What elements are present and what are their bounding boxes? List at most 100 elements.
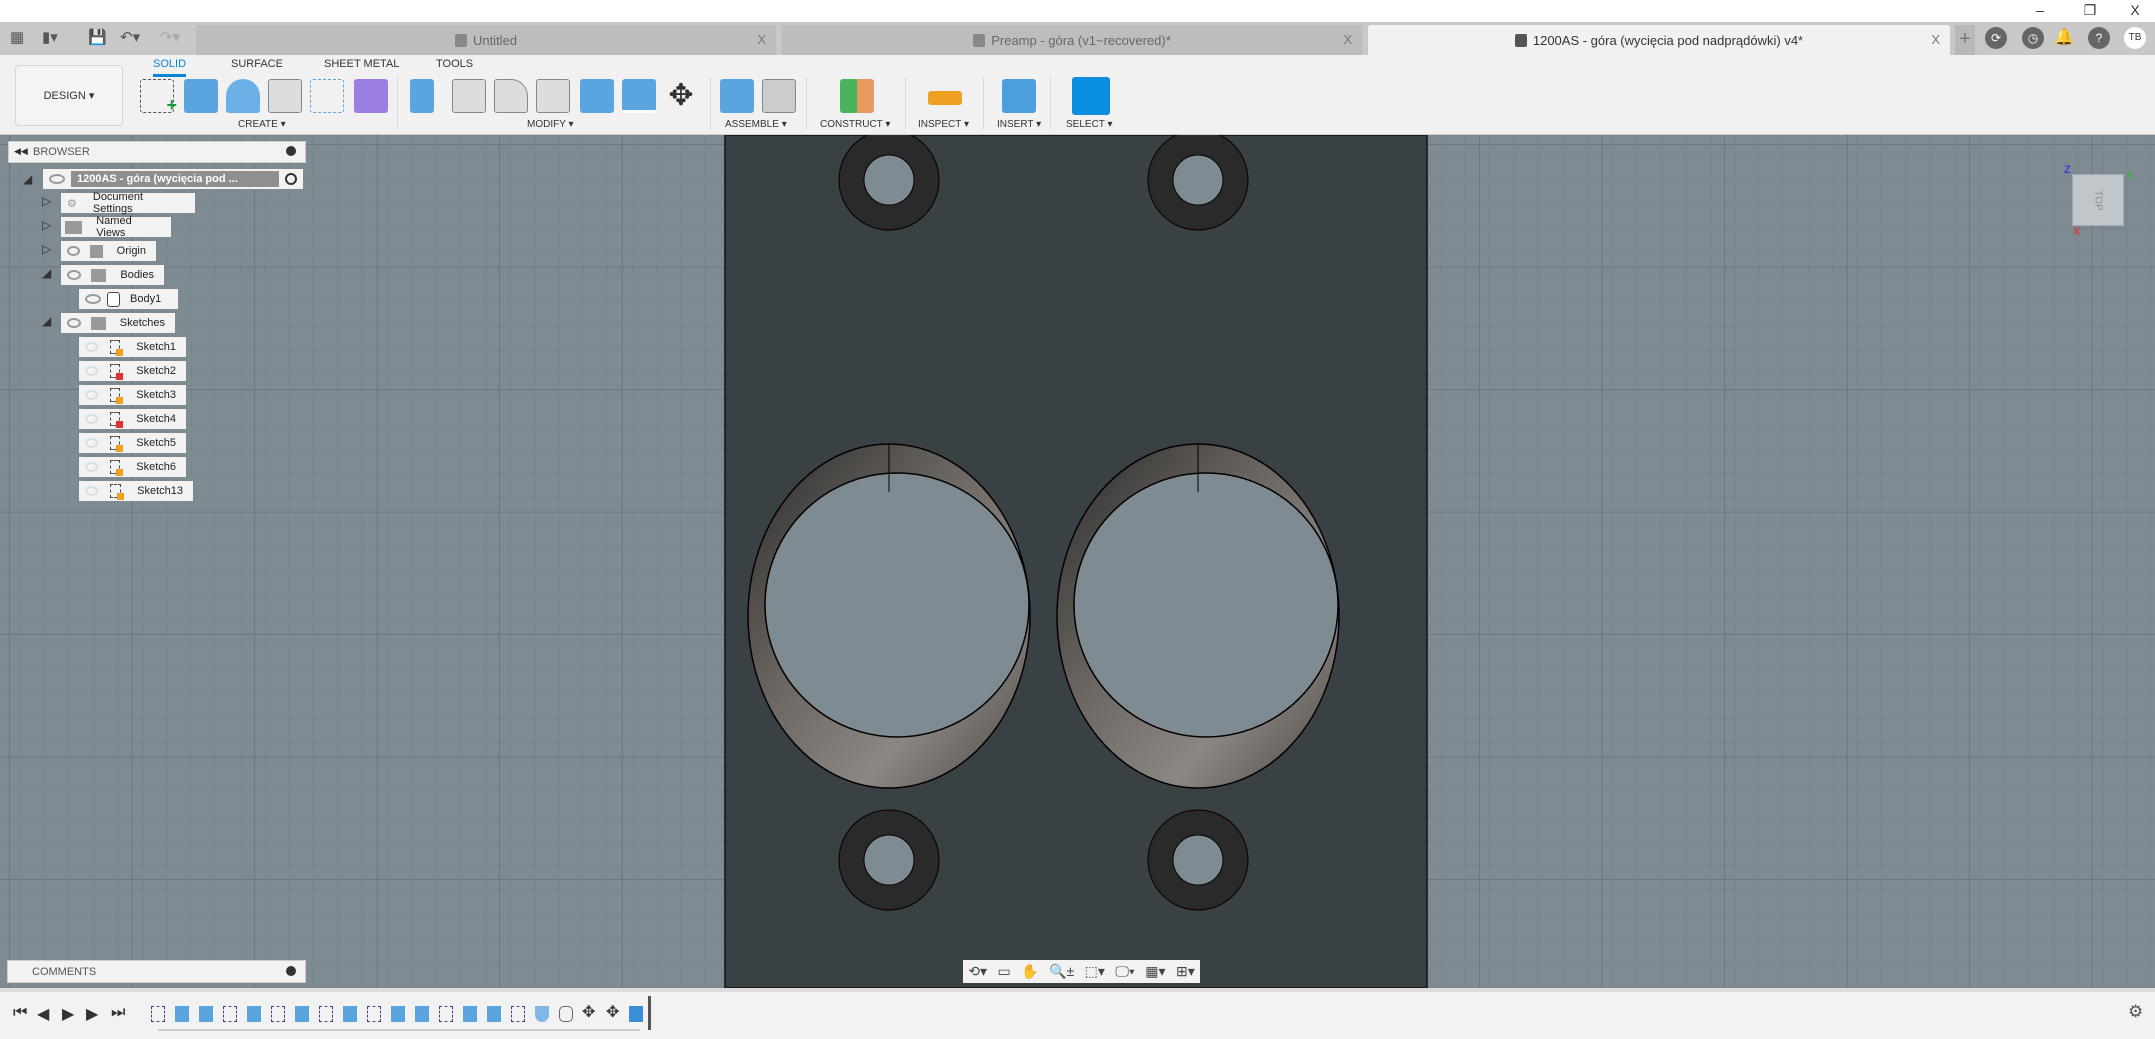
minimize-button[interactable]: – — [2020, 0, 2060, 22]
zoom-icon[interactable]: 🔍± — [1049, 963, 1074, 980]
timeline-sketch-icon[interactable] — [511, 1006, 525, 1022]
timeline-extrude-icon[interactable] — [247, 1006, 261, 1022]
redo-icon[interactable]: ↷▾ — [160, 28, 180, 46]
tree-item-body1[interactable]: Body1 — [79, 289, 178, 309]
timeline-extrude-icon[interactable] — [391, 1006, 405, 1022]
tree-item-sketch6[interactable]: Sketch6 — [79, 457, 186, 477]
modify-menu[interactable]: MODIFY ▾ — [527, 119, 574, 130]
hidden-eye-icon[interactable] — [85, 486, 99, 496]
pan-hand-icon[interactable]: ✋ — [1021, 963, 1038, 980]
tree-item-sketch13[interactable]: Sketch13 — [79, 481, 193, 501]
tab-preamp[interactable]: Preamp - góra (v1~recovered)* X — [782, 25, 1362, 55]
add-comment-icon[interactable] — [286, 966, 296, 976]
fit-window-icon[interactable]: ⬚▾ — [1085, 963, 1105, 980]
file-menu-icon[interactable]: ▮▾ — [42, 28, 58, 46]
timeline-extrude-icon[interactable] — [175, 1006, 189, 1022]
hidden-eye-icon[interactable] — [85, 438, 98, 448]
timeline-joint-icon[interactable] — [559, 1006, 573, 1022]
visibility-eye-icon[interactable] — [67, 318, 81, 328]
tree-item-sketches[interactable]: Sketches — [61, 313, 175, 333]
undo-icon[interactable]: ↶▾ — [120, 28, 140, 46]
expand-triangle-icon[interactable]: ▷ — [42, 242, 51, 256]
timeline-hole-icon[interactable] — [535, 1006, 549, 1022]
view-cube[interactable]: TOP — [2072, 174, 2124, 226]
display-settings-icon[interactable]: 🖵▾ — [1115, 963, 1134, 980]
tree-item-origin[interactable]: Origin — [61, 241, 156, 261]
timeline-combine-icon[interactable] — [629, 1006, 643, 1022]
step-back-icon[interactable]: ◀ — [37, 1004, 49, 1024]
tree-item-bodies[interactable]: Bodies — [61, 265, 164, 285]
look-at-icon[interactable]: ▭ — [997, 963, 1010, 980]
timeline-extrude-icon[interactable] — [415, 1006, 429, 1022]
tree-item-sketch4[interactable]: Sketch4 — [79, 409, 186, 429]
collapse-browser-icon[interactable]: ◀◀ — [14, 146, 28, 157]
go-to-end-icon[interactable]: ⏭ — [111, 1004, 125, 1022]
assemble-menu[interactable]: ASSEMBLE ▾ — [725, 119, 787, 130]
extensions-icon[interactable]: ⟳ — [1985, 27, 2007, 49]
tree-item-sketch1[interactable]: Sketch1 — [79, 337, 186, 357]
timeline-move-icon[interactable]: ✥ — [582, 1002, 595, 1022]
timeline-extrude-icon[interactable] — [199, 1006, 213, 1022]
close-tab-button[interactable]: X — [1931, 32, 1940, 47]
user-avatar[interactable]: TB — [2124, 27, 2146, 49]
tree-item-sketch3[interactable]: Sketch3 — [79, 385, 186, 405]
timeline-extrude-icon[interactable] — [343, 1006, 357, 1022]
tree-item-sketch2[interactable]: Sketch2 — [79, 361, 186, 381]
job-status-icon[interactable]: ◷ — [2022, 27, 2044, 49]
fillet-icon[interactable] — [452, 79, 486, 113]
tree-item-document-settings[interactable]: ⚙ Document Settings — [61, 191, 195, 215]
hidden-eye-icon[interactable] — [85, 390, 98, 400]
go-to-start-icon[interactable]: ⏮ — [13, 1004, 27, 1022]
hidden-eye-icon[interactable] — [85, 414, 98, 424]
pattern-icon[interactable] — [310, 79, 344, 113]
expand-triangle-icon[interactable]: ▷ — [42, 218, 51, 232]
select-menu[interactable]: SELECT ▾ — [1066, 119, 1113, 130]
timeline-sketch-icon[interactable] — [151, 1006, 165, 1022]
tab-1200as[interactable]: 1200AS - góra (wycięcia pod nadprądówki)… — [1368, 25, 1950, 55]
orbit-icon[interactable]: ⟲▾ — [968, 963, 987, 980]
view-cube-face[interactable]: TOP — [2092, 190, 2103, 210]
grid-settings-icon[interactable]: ▦▾ — [1145, 963, 1165, 980]
tab-surface[interactable]: SURFACE — [231, 58, 283, 70]
insert-menu[interactable]: INSERT ▾ — [997, 119, 1041, 130]
close-tab-button[interactable]: X — [1343, 32, 1352, 47]
insert-image-icon[interactable] — [1002, 79, 1036, 113]
timeline-sketch-icon[interactable] — [319, 1006, 333, 1022]
hidden-eye-icon[interactable] — [85, 462, 98, 472]
shell-icon[interactable] — [536, 79, 570, 113]
select-icon[interactable] — [1072, 77, 1110, 115]
activate-radio-icon[interactable] — [285, 173, 297, 185]
step-forward-icon[interactable]: ▶ — [86, 1004, 98, 1024]
create-sketch-icon[interactable]: + — [140, 79, 177, 115]
tree-item-named-views[interactable]: Named Views — [61, 215, 171, 239]
visibility-eye-icon[interactable] — [85, 294, 101, 304]
move-icon[interactable]: ✥ — [664, 79, 698, 113]
hidden-eye-icon[interactable] — [85, 342, 98, 352]
restore-button[interactable]: ❐ — [2070, 0, 2110, 22]
hidden-eye-icon[interactable] — [85, 366, 98, 376]
combine-icon[interactable] — [580, 79, 614, 113]
construct-menu[interactable]: CONSTRUCT ▾ — [820, 119, 890, 130]
save-icon[interactable]: 💾 — [88, 28, 107, 46]
extrude-icon[interactable] — [184, 79, 218, 113]
chamfer-icon[interactable] — [494, 79, 528, 113]
timeline-sketch-icon[interactable] — [367, 1006, 381, 1022]
tab-solid[interactable]: SOLID — [153, 58, 187, 77]
new-tab-button[interactable]: + — [1955, 25, 1975, 55]
expand-triangle-icon[interactable]: ◢ — [23, 172, 32, 186]
3d-viewport[interactable] — [0, 135, 2155, 988]
tree-root-document[interactable]: 1200AS - góra (wycięcia pod ... — [43, 169, 303, 189]
timeline-marker[interactable] — [648, 996, 651, 1030]
measure-icon[interactable] — [928, 91, 962, 105]
offset-plane-icon[interactable] — [840, 79, 874, 113]
visibility-eye-icon[interactable] — [67, 270, 82, 280]
timeline-extrude-icon[interactable] — [463, 1006, 477, 1022]
split-face-icon[interactable] — [622, 79, 656, 113]
expand-triangle-icon[interactable]: ▷ — [42, 194, 51, 208]
timeline-sketch-icon[interactable] — [271, 1006, 285, 1022]
apps-grid-icon[interactable]: ▦ — [10, 28, 24, 46]
expand-triangle-icon[interactable]: ◢ — [42, 314, 51, 328]
play-icon[interactable]: ▶ — [62, 1004, 74, 1024]
close-window-button[interactable]: X — [2115, 0, 2155, 22]
help-icon[interactable]: ? — [2088, 27, 2110, 49]
